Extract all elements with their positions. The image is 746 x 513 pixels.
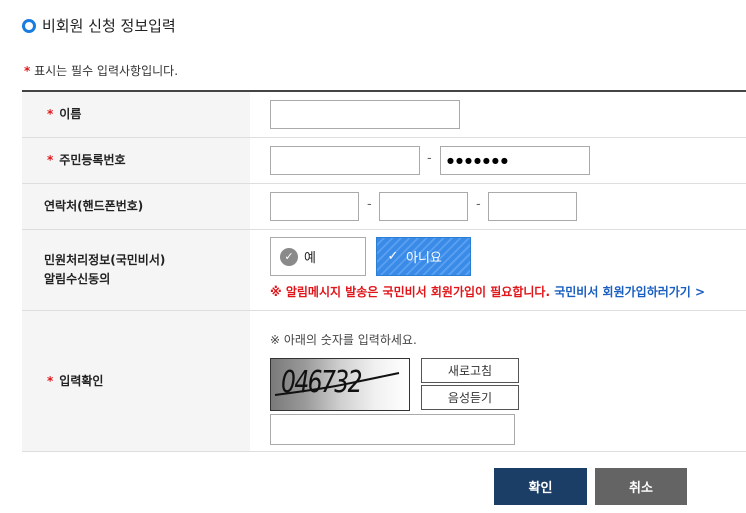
row-captcha: * 입력확인 ※ 아래의 숫자를 입력하세요. 046732 새로고침 음성듣기	[22, 311, 746, 452]
rrn-label-text: 주민등록번호	[59, 153, 126, 167]
consent-yes-label: 예	[304, 251, 316, 266]
rrn-label: * 주민등록번호	[22, 138, 250, 183]
required-star-icon: *	[47, 373, 54, 388]
required-star-icon: *	[47, 153, 54, 167]
notice-mark: ※	[270, 285, 282, 299]
consent-notice: ※ 알림메시지 발송은 국민비서 회원가입이 필요합니다. 국민비서 회원가입하…	[270, 283, 705, 300]
consent-cell: ✓ 예 ✓ 아니요 ※ 알림메시지 발송은 국민비서 회원가입이 필요합니다. …	[250, 230, 746, 310]
signup-link[interactable]: 국민비서 회원가입하러가기 >	[550, 285, 705, 299]
cancel-button[interactable]: 취소	[595, 468, 687, 505]
required-star-icon: *	[47, 107, 54, 121]
captcha-refresh-button[interactable]: 새로고침	[421, 358, 519, 383]
captcha-input[interactable]	[270, 414, 515, 445]
confirm-button[interactable]: 확인	[494, 468, 587, 505]
row-name: * 이름	[22, 92, 746, 138]
consent-yes-option[interactable]: ✓ 예	[270, 237, 366, 276]
phone-part2-input[interactable]	[379, 192, 468, 221]
captcha-audio-button[interactable]: 음성듣기	[421, 385, 519, 410]
consent-no-label: 아니요	[406, 251, 442, 266]
dash-separator: -	[367, 197, 372, 212]
row-consent: 민원처리정보(국민비서) 알림수신동의 ✓ 예 ✓ 아니요 ※ 알림메시지 발송…	[22, 230, 746, 311]
name-input[interactable]	[270, 100, 460, 129]
check-icon: ✓	[280, 247, 298, 266]
captcha-code: 046732	[281, 365, 363, 400]
phone-label-text: 연락처(핸드폰번호)	[44, 199, 144, 213]
consent-no-option[interactable]: ✓ 아니요	[376, 237, 471, 276]
phone-label: 연락처(핸드폰번호)	[22, 184, 250, 229]
notice-text: 알림메시지 발송은 국민비서 회원가입이 필요합니다.	[281, 285, 551, 299]
name-label: * 이름	[22, 92, 250, 137]
consent-label-line2: 알림수신동의	[44, 272, 111, 286]
section-title: 비회원 신청 정보입력	[22, 15, 176, 36]
captcha-label-text: 입력확인	[59, 373, 104, 388]
phone-part3-input[interactable]	[488, 192, 577, 221]
captcha-instruction: ※ 아래의 숫자를 입력하세요.	[270, 333, 417, 347]
name-label-text: 이름	[59, 107, 82, 121]
required-note: * 표시는 필수 입력사항입니다.	[24, 62, 178, 79]
captcha-cell: ※ 아래의 숫자를 입력하세요. 046732 새로고침 음성듣기	[250, 311, 746, 451]
consent-label: 민원처리정보(국민비서) 알림수신동의	[22, 230, 250, 310]
check-icon: ✓	[387, 249, 399, 264]
dash-separator: -	[427, 151, 432, 166]
row-phone: 연락처(핸드폰번호) - -	[22, 184, 746, 230]
rrn-front-input[interactable]	[270, 146, 420, 175]
captcha-image: 046732	[270, 358, 410, 411]
phone-part1-input[interactable]	[270, 192, 359, 221]
section-title-text: 비회원 신청 정보입력	[42, 17, 176, 35]
rrn-back-input[interactable]	[440, 146, 590, 175]
row-rrn: * 주민등록번호 -	[22, 138, 746, 184]
consent-label-line1: 민원처리정보(국민비서)	[44, 253, 166, 267]
circle-bullet-icon	[22, 18, 36, 33]
rrn-cell: -	[250, 138, 746, 183]
form-table: * 이름 * 주민등록번호 - 연락처(핸드폰번호) - -	[22, 90, 746, 452]
required-note-text: 표시는 필수 입력사항입니다.	[30, 64, 179, 78]
dash-separator: -	[476, 197, 481, 212]
captcha-label: * 입력확인	[22, 311, 250, 451]
phone-cell: - -	[250, 184, 746, 229]
name-cell	[250, 92, 746, 137]
